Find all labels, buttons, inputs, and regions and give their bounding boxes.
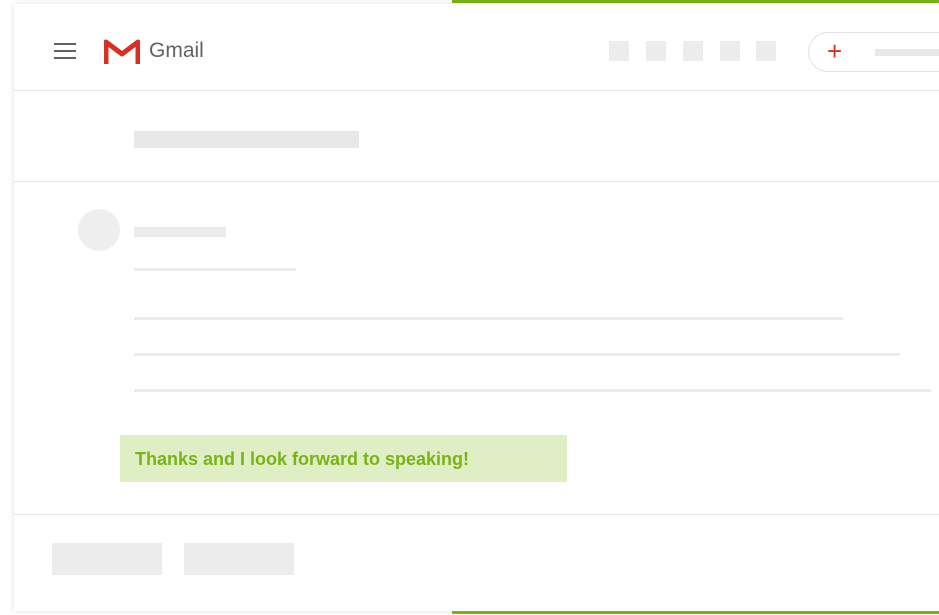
plus-icon: + bbox=[827, 36, 843, 66]
body-line-1 bbox=[134, 317, 843, 320]
top-accent-line bbox=[452, 0, 939, 3]
subject-placeholder bbox=[134, 131, 359, 148]
toolbar-placeholder-1[interactable] bbox=[609, 41, 629, 61]
compose-label-placeholder bbox=[875, 49, 939, 56]
highlighted-message-line: Thanks and I look forward to speaking! bbox=[120, 435, 567, 482]
reply-button-placeholder[interactable] bbox=[52, 543, 162, 575]
sender-avatar[interactable] bbox=[78, 209, 120, 251]
app-header: Gmail + bbox=[14, 4, 939, 91]
sender-name-placeholder bbox=[134, 227, 226, 237]
body-line-2 bbox=[134, 353, 900, 356]
toolbar-placeholder-4[interactable] bbox=[720, 41, 740, 61]
compose-button[interactable]: + bbox=[808, 32, 939, 72]
body-line-3 bbox=[134, 389, 931, 392]
gmail-logo-icon[interactable] bbox=[103, 38, 141, 66]
gmail-window: Gmail + Thanks and I look forward to spe… bbox=[14, 4, 939, 611]
hamburger-menu-icon[interactable] bbox=[54, 43, 76, 59]
recipient-line-placeholder bbox=[134, 268, 296, 271]
bottom-accent-line bbox=[452, 611, 939, 614]
toolbar-placeholder-2[interactable] bbox=[646, 41, 666, 61]
toolbar-placeholder-3[interactable] bbox=[683, 41, 703, 61]
app-name: Gmail bbox=[149, 39, 204, 62]
footer-divider bbox=[14, 514, 939, 515]
subject-row bbox=[14, 91, 939, 182]
highlighted-text: Thanks and I look forward to speaking! bbox=[135, 449, 470, 469]
toolbar-placeholder-5[interactable] bbox=[756, 41, 776, 61]
forward-button-placeholder[interactable] bbox=[184, 543, 294, 575]
